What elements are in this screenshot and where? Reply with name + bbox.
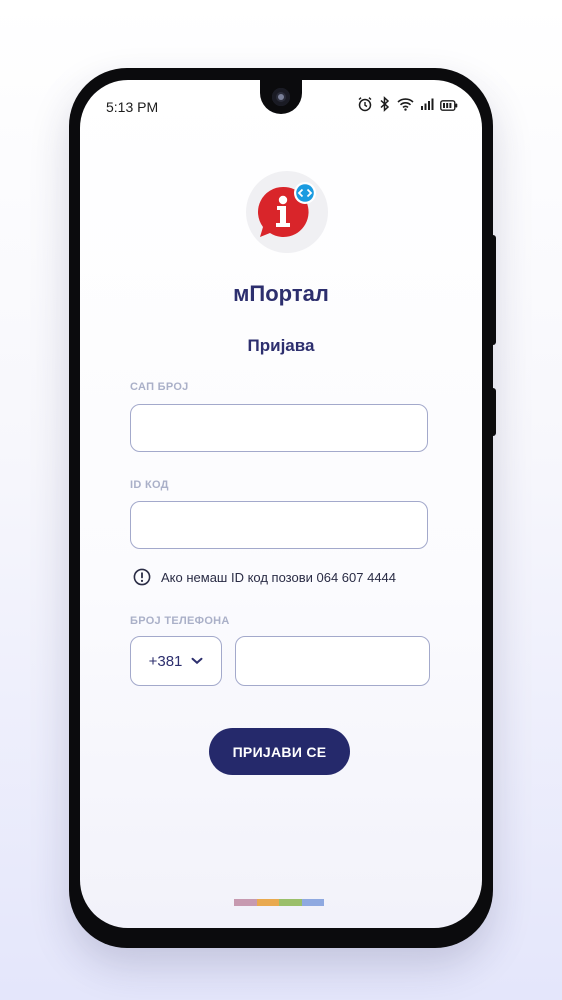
accent-segment	[301, 899, 324, 906]
volume-button	[490, 235, 496, 345]
chevron-down-icon	[191, 657, 203, 665]
app-logo	[246, 171, 328, 253]
sap-number-input[interactable]	[130, 404, 428, 452]
bluetooth-icon	[379, 96, 391, 117]
sap-number-label: САП БРОЈ	[130, 381, 189, 393]
id-code-label: ID КОД	[130, 479, 169, 491]
id-code-hint-text: Ако немаш ID код позови 064 607 4444	[161, 569, 397, 585]
alarm-icon	[357, 96, 373, 117]
accent-segment	[256, 899, 279, 906]
status-icons	[357, 96, 458, 117]
page-title: Пријава	[247, 336, 315, 355]
accent-segment	[234, 899, 257, 906]
power-button	[490, 388, 496, 436]
status-time: 5:13 PM	[106, 99, 159, 115]
login-button[interactable]: ПРИЈАВИ СЕ	[209, 728, 350, 775]
battery-icon	[440, 98, 458, 116]
accent-segment	[279, 899, 302, 906]
signal-icon	[420, 98, 434, 116]
wifi-icon	[397, 97, 414, 116]
accent-color-bar	[234, 899, 324, 906]
id-code-hint: Ако немаш ID код позови 064 607 4444	[133, 568, 396, 586]
front-camera-icon	[272, 88, 290, 106]
phone-screen: 5:13 PM мПортал Пријава САП БРОЈ ID КОД …	[80, 80, 482, 928]
info-chat-bubble-icon	[258, 182, 316, 237]
country-code-select[interactable]: +381	[130, 636, 222, 686]
phone-number-input[interactable]	[235, 636, 430, 686]
app-name: мПортал	[233, 281, 329, 306]
id-code-input[interactable]	[130, 501, 428, 549]
country-code-value: +381	[148, 652, 183, 670]
info-circle-icon	[133, 568, 151, 586]
phone-number-label: БРОЈ ТЕЛЕФОНА	[130, 615, 230, 627]
